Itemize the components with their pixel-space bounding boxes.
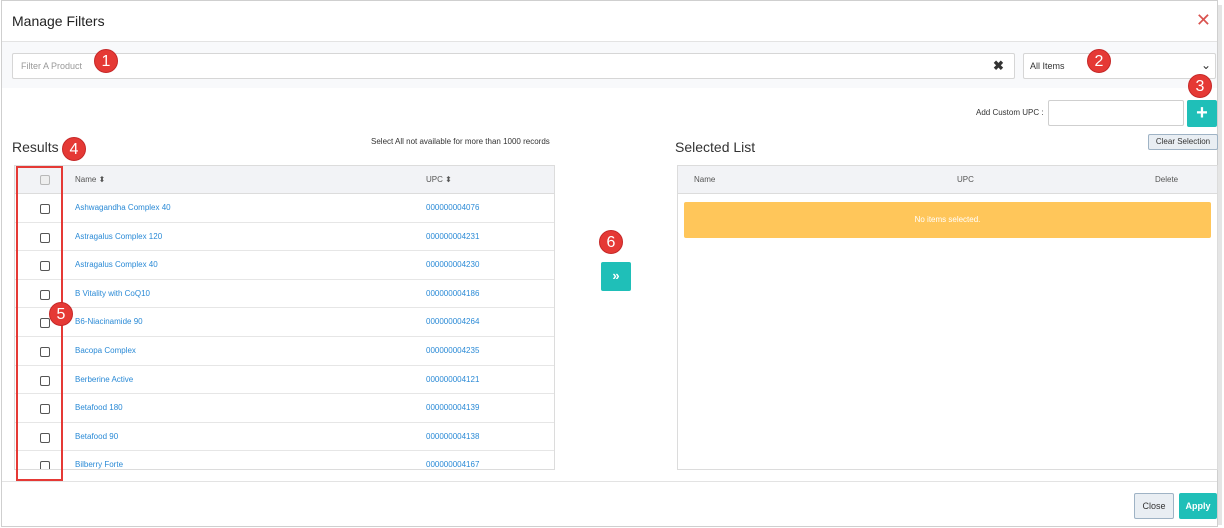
product-name-link[interactable]: Ashwagandha Complex 40 [75,203,171,212]
product-name-link[interactable]: Betafood 90 [75,432,118,441]
product-upc-link[interactable]: 000000004139 [426,403,479,412]
close-button[interactable]: Close [1134,493,1174,519]
manage-filters-dialog: Manage Filters ✕ ✖ All Items ⌄ Add Custo… [1,0,1222,528]
selected-column-name: Name [694,175,716,184]
dialog-title: Manage Filters [12,13,105,29]
table-row: Bacopa Complex 000000004235 [15,337,554,366]
apply-button[interactable]: Apply [1179,493,1217,519]
dialog-header: Manage Filters ✕ [2,1,1217,42]
product-name-link[interactable]: Berberine Active [75,375,133,384]
results-table: Name ⬍ UPC ⬍ Ashwagandha Complex 40 00000… [14,165,555,470]
table-row: Bilberry Forte 000000004167 [15,451,554,469]
product-upc-link[interactable]: 000000004230 [426,260,479,269]
product-upc-link[interactable]: 000000004121 [426,375,479,384]
product-upc-link[interactable]: 000000004167 [426,460,479,469]
selected-header-row: Name UPC Delete [678,166,1217,194]
product-name-link[interactable]: B6-Niacinamide 90 [75,317,143,326]
table-row: Betafood 180 000000004139 [15,394,554,423]
column-header-upc[interactable]: UPC ⬍ [426,175,452,184]
product-name-link[interactable]: Astragalus Complex 40 [75,260,158,269]
product-name-link[interactable]: Betafood 180 [75,403,123,412]
table-row: Astragalus Complex 120 000000004231 [15,223,554,252]
chevron-down-icon: ⌄ [1200,58,1211,72]
filter-bar: ✖ All Items ⌄ [2,42,1217,88]
selected-column-upc: UPC [957,175,974,184]
product-upc-link[interactable]: 000000004231 [426,232,479,241]
product-name-link[interactable]: Bilberry Forte [75,460,123,469]
annotation-marker-1: 1 [94,49,118,73]
table-row: Berberine Active 000000004121 [15,366,554,395]
custom-upc-input[interactable] [1048,100,1184,126]
annotation-marker-4: 4 [62,137,86,161]
filter-product-input[interactable] [12,53,1015,79]
annotation-marker-3: 3 [1188,74,1212,98]
selected-list-title: Selected List [675,139,756,155]
annotation-marker-2: 2 [1087,49,1111,73]
product-upc-link[interactable]: 000000004138 [426,432,479,441]
results-title: Results [12,139,59,155]
category-select[interactable]: All Items ⌄ [1023,53,1216,79]
table-row: B6-Niacinamide 90 000000004264 [15,308,554,337]
clear-filter-icon[interactable]: ✖ [993,58,1004,74]
no-items-alert: No items selected. [684,202,1211,238]
annotation-marker-5: 5 [49,302,73,326]
custom-upc-label: Add Custom UPC : [976,108,1044,117]
table-row: Ashwagandha Complex 40 000000004076 [15,194,554,223]
table-row: Astragalus Complex 40 000000004230 [15,251,554,280]
product-upc-link[interactable]: 000000004264 [426,317,479,326]
move-to-selected-button[interactable]: » [601,262,631,291]
product-upc-link[interactable]: 000000004235 [426,346,479,355]
category-select-value: All Items [1030,61,1065,71]
product-name-link[interactable]: Astragalus Complex 120 [75,232,162,241]
table-row: Betafood 90 000000004138 [15,423,554,452]
dialog-footer: Close Apply [2,481,1217,528]
column-header-name[interactable]: Name ⬍ [75,175,105,184]
selected-table: Name UPC Delete No items selected. [677,165,1218,470]
product-name-link[interactable]: Bacopa Complex [75,346,136,355]
results-header-row: Name ⬍ UPC ⬍ [15,166,554,194]
product-upc-link[interactable]: 000000004076 [426,203,479,212]
product-upc-link[interactable]: 000000004186 [426,289,479,298]
results-body: Ashwagandha Complex 40 000000004076 Astrag… [15,194,554,469]
product-name-link[interactable]: B Vitality with CoQ10 [75,289,150,298]
select-all-note: Select All not available for more than 1… [371,137,550,146]
close-icon[interactable]: ✕ [1196,10,1211,30]
table-row: B Vitality with CoQ10 000000004186 [15,280,554,309]
annotation-marker-6: 6 [599,230,623,254]
selected-column-delete: Delete [1155,175,1179,184]
clear-selection-button[interactable]: Clear Selection [1148,134,1218,150]
add-custom-upc-button[interactable]: + [1187,100,1217,127]
